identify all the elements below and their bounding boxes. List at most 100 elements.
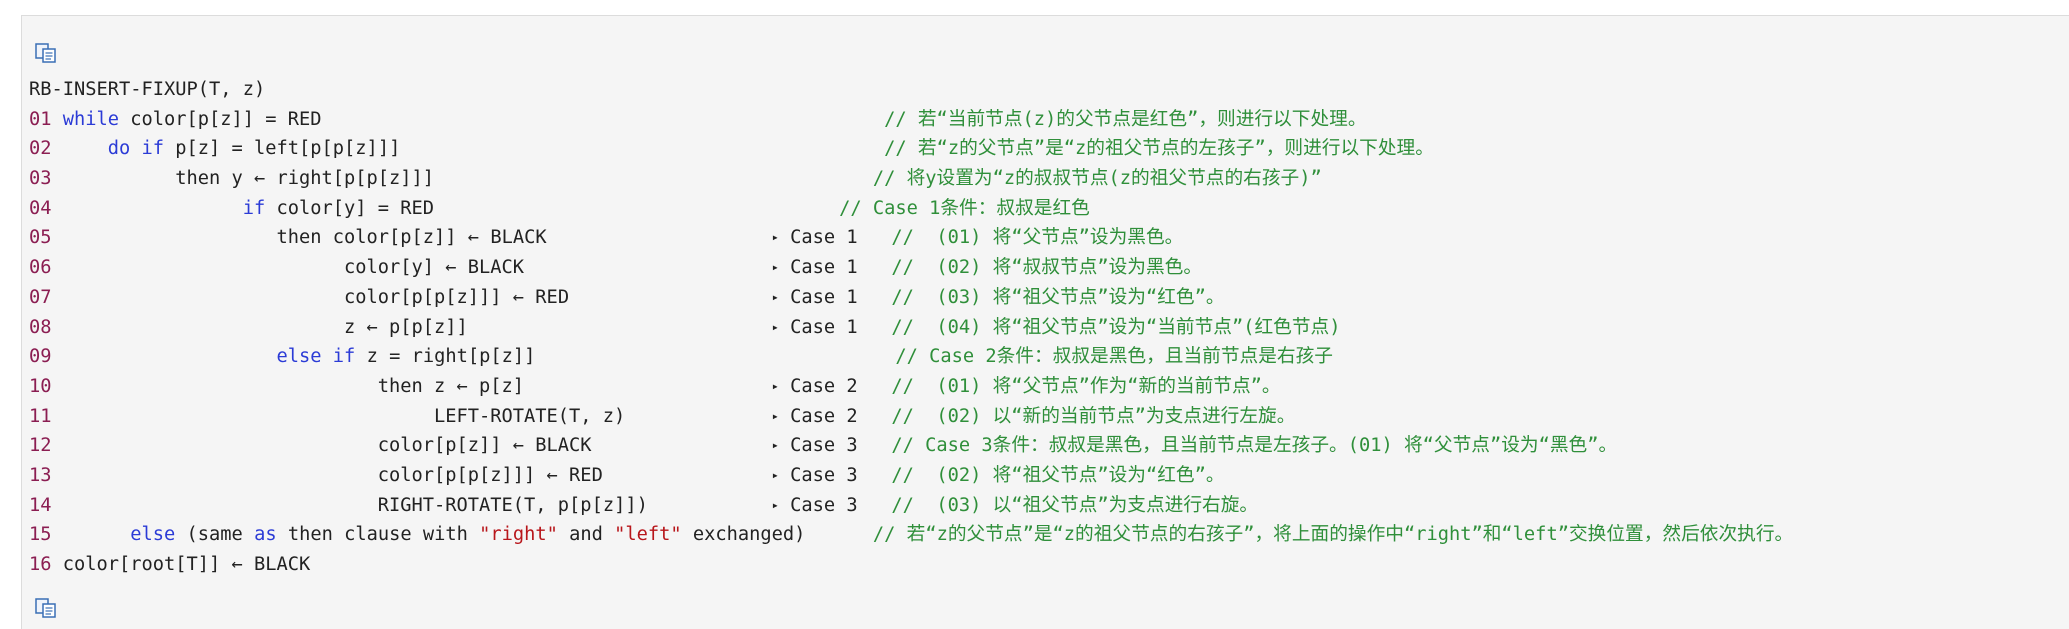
triangle-marker-icon: ▸ (771, 497, 779, 512)
code-line: 15 else (same as then clause with "right… (29, 524, 1794, 546)
code-comment: // (03) 以“祖父节点”为支点进行右旋。 (891, 494, 1259, 516)
padding (524, 257, 772, 278)
code-text: LEFT-ROTATE(T, z) (434, 405, 626, 427)
padding (603, 465, 772, 486)
copy-icon[interactable] (34, 42, 58, 64)
triangle-marker-icon: ▸ (771, 260, 779, 275)
keyword: do if (107, 138, 165, 160)
padding (625, 406, 771, 427)
code-text: color[p[z]] = RED (119, 108, 322, 130)
padding (468, 317, 772, 338)
keyword: if (242, 197, 266, 219)
code-line: 10 then z ← p[z] ▸ Case 2 // (01) 将“父节点”… (29, 372, 1793, 402)
padding (524, 376, 772, 397)
code-comment: // 将y设置为“z的叔叔节点(z的祖父节点的右孩子)” (872, 168, 1322, 190)
code-header: RB-INSERT-FIXUP(T, z) (29, 79, 266, 100)
code-line: 13 color[p[p[z]]] ← RED ▸ Case 3 // (02)… (29, 461, 1793, 491)
line-number: 12 (29, 435, 52, 457)
case-label: Case 1 (790, 316, 858, 338)
code-text: color[p[p[z]]] ← RED (377, 464, 603, 486)
code-comment: // (01) 将“父节点”设为黑色。 (891, 227, 1184, 249)
code-line: 06 color[y] ← BLACK ▸ Case 1 // (02) 将“叔… (29, 253, 1793, 283)
code-text: color[p[z]] ← BLACK (377, 435, 592, 457)
code-text: color[p[p[z]]] ← RED (344, 286, 570, 308)
case-label: Case 1 (790, 286, 858, 308)
keyword: else (130, 524, 176, 546)
code-comment: // (04) 将“祖父节点”设为“当前节点”(红色节点) (891, 316, 1341, 338)
code-comment: // (01) 将“父节点”作为“新的当前节点”。 (891, 375, 1281, 397)
triangle-marker-icon: ▸ (771, 289, 779, 304)
code-text: then z ← p[z] (377, 375, 525, 397)
case-label: Case 3 (790, 494, 858, 516)
code-listing: RB-INSERT-FIXUP(T, z) 01 while color[p[z]… (29, 75, 1793, 580)
code-text: then color[p[z]] ← BLACK (276, 227, 547, 249)
code-text: p[z] = left[p[p[z]]] (164, 138, 401, 160)
code-line: 08 z ← p[p[z]] ▸ Case 1 // (04) 将“祖父节点”设… (29, 313, 1793, 343)
padding (322, 109, 885, 130)
line-number: 14 (29, 494, 52, 516)
line-number: 07 (29, 286, 52, 308)
line-number: 02 (29, 138, 52, 160)
code-text: z = right[p[z]] (355, 346, 536, 368)
code-comment: // (02) 以“新的当前节点”为支点进行左旋。 (891, 405, 1296, 427)
code-comment: // Case 3条件：叔叔是黑色，且当前节点是左孩子。(01) 将“父节点”设… (891, 435, 1618, 457)
code-text: RIGHT-ROTATE(T, p[p[z]]) (377, 494, 648, 516)
case-label: Case 1 (790, 257, 858, 279)
copy-icon[interactable] (34, 597, 58, 619)
case-label: Case 3 (790, 435, 858, 457)
code-line: 07 color[p[p[z]]] ← RED ▸ Case 1 // (03)… (29, 283, 1793, 313)
case-label: Case 3 (790, 464, 858, 486)
code-line: 04 if color[y] = RED // Case 1条件：叔叔是红色 (29, 194, 1793, 224)
padding (569, 287, 772, 308)
triangle-marker-icon: ▸ (771, 438, 779, 453)
code-comment: // Case 2条件：叔叔是黑色，且当前节点是右孩子 (895, 346, 1333, 368)
line-number: 08 (29, 316, 52, 338)
code-comment: // 若“当前节点(z)的父节点是红色”，则进行以下处理。 (884, 108, 1367, 130)
line-number: 06 (29, 257, 52, 279)
line-number: 15 (29, 524, 52, 546)
padding (434, 168, 873, 189)
line-number: 16 (29, 554, 52, 575)
code-text: color[y] ← BLACK (344, 257, 525, 279)
triangle-marker-icon: ▸ (771, 230, 779, 245)
triangle-marker-icon: ▸ (771, 319, 779, 334)
code-line: 09 else if z = right[p[z]] // Case 2条件：叔… (29, 342, 1793, 372)
padding (648, 495, 772, 516)
code-comment: // (02) 将“祖父节点”设为“红色”。 (891, 464, 1225, 486)
code-line: 12 color[p[z]] ← BLACK ▸ Case 3 // Case … (29, 431, 1793, 461)
code-line: 16 color[root[T]] ← BLACK (29, 554, 311, 575)
keyword: while (62, 108, 120, 130)
code-line: 11 LEFT-ROTATE(T, z) ▸ Case 2 // (02) 以“… (29, 402, 1793, 432)
code-comment: // 若“z的父节点”是“z的祖父节点的右孩子”，将上面的操作中“right”和… (872, 524, 1794, 546)
line-number: 10 (29, 375, 52, 397)
line-number: 13 (29, 464, 52, 486)
line-number: 05 (29, 227, 52, 249)
triangle-marker-icon: ▸ (771, 378, 779, 393)
code-comment: // (02) 将“叔叔节点”设为黑色。 (891, 257, 1203, 279)
code-line: 01 while color[p[z]] = RED // 若“当前节点(z)的… (29, 105, 1793, 135)
code-comment: // (03) 将“祖父节点”设为“红色”。 (891, 286, 1225, 308)
keyword: else if (276, 346, 356, 368)
line-number: 03 (29, 168, 52, 190)
line-number: 11 (29, 405, 52, 427)
padding (592, 435, 772, 456)
code-line: 03 then y ← right[p[p[z]]] // 将y设置为“z的叔叔… (29, 164, 1793, 194)
line-number: 09 (29, 346, 52, 368)
code-line: 14 RIGHT-ROTATE(T, p[p[z]]) ▸ Case 3 // … (29, 491, 1793, 521)
case-label: Case 1 (790, 227, 858, 249)
line-number: 04 (29, 197, 52, 219)
keyword: as (254, 524, 277, 546)
